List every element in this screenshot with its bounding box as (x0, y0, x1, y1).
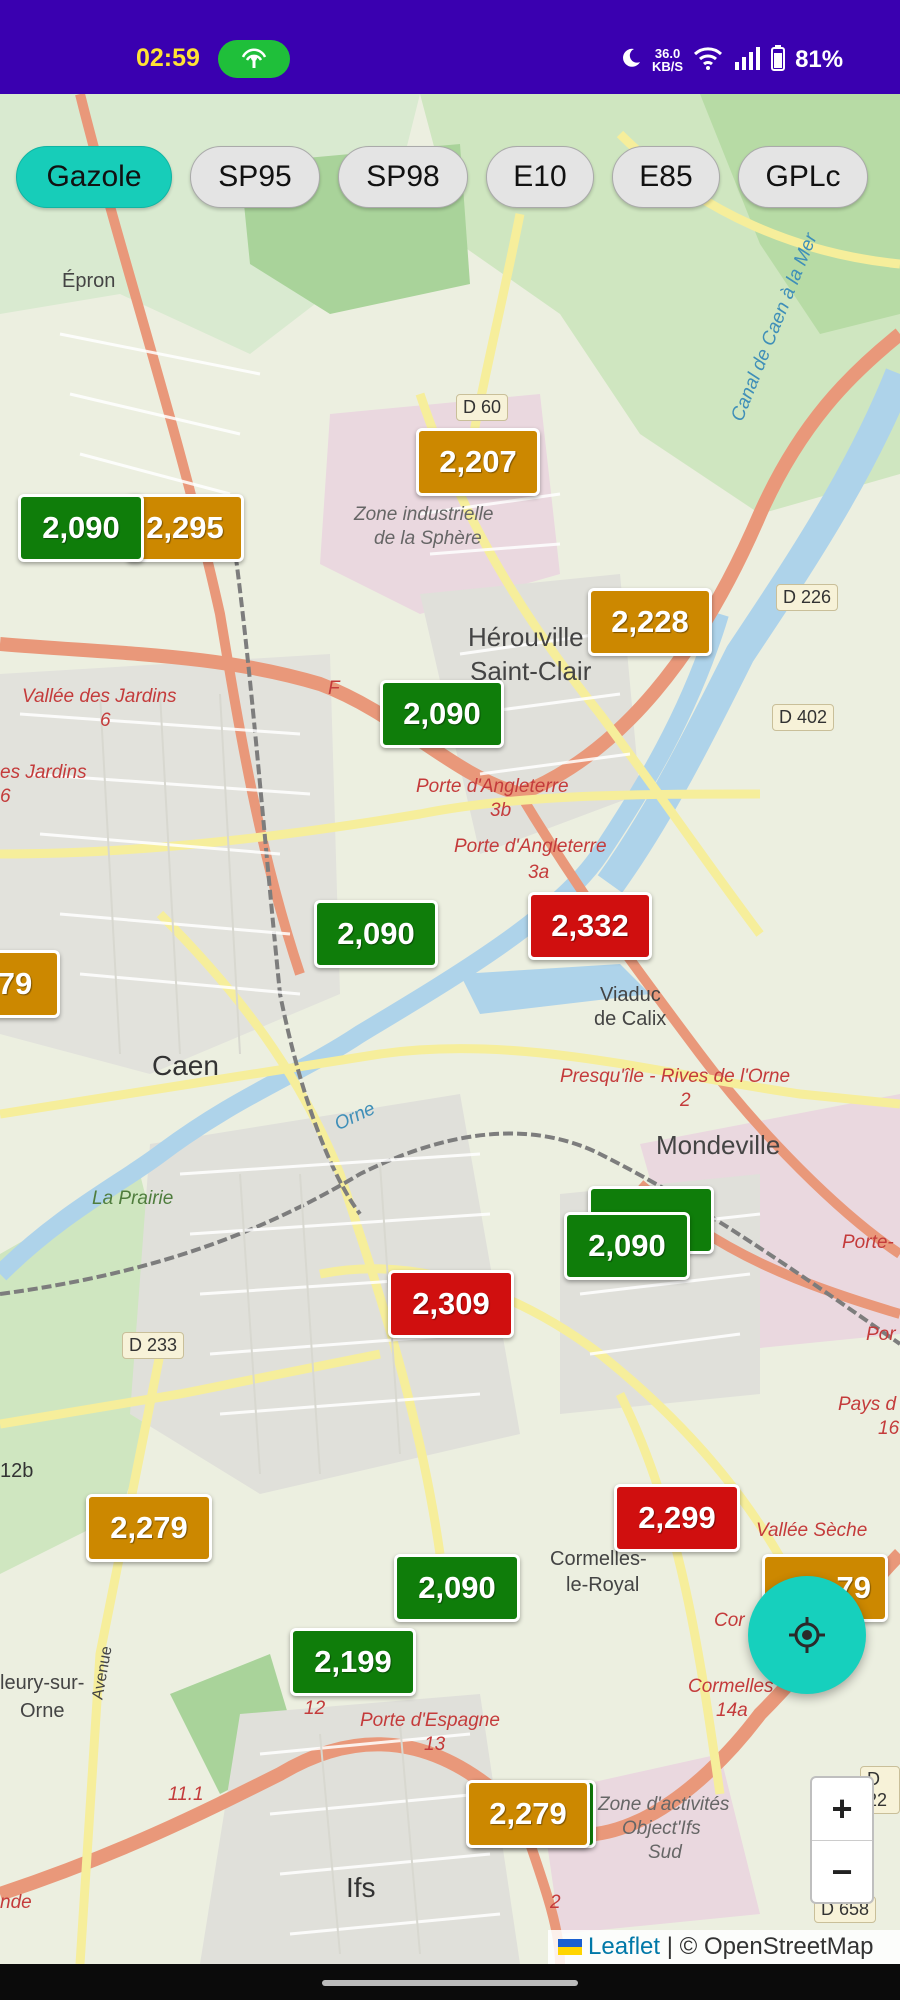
place-label-ifs: Ifs (346, 1872, 376, 1903)
price-marker[interactable]: 2,279 (466, 1780, 590, 1848)
place-label-caen: Caen (152, 1050, 219, 1081)
exit-number-2b: 2 (550, 1892, 561, 1913)
zone-label-sphere-1: Zone industrielle (354, 504, 494, 525)
exit-label-pays-d: Pays d (838, 1394, 897, 1415)
fuel-tab-e85[interactable]: E85 (612, 146, 720, 208)
locate-me-button[interactable] (748, 1576, 866, 1694)
navigation-bar (0, 1964, 900, 2000)
road-badge-d60: D 60 (456, 394, 509, 421)
clock: 02:59 (136, 44, 200, 72)
ukraine-flag-icon (558, 1939, 582, 1955)
place-label-herouville: Hérouville (468, 622, 584, 652)
exit-label-porte-espagne: Porte d'Espagne (360, 1710, 500, 1731)
price-marker[interactable]: 2,279 (86, 1494, 212, 1562)
fuel-tab-e10[interactable]: E10 (486, 146, 594, 208)
fuel-tab-gplc[interactable]: GPLc (738, 146, 868, 208)
exit-number-14a: 14a (716, 1700, 748, 1721)
exit-label-porte-angleterre-3a: Porte d'Angleterre (454, 836, 607, 857)
exit-label-vallee-jardins: Vallée des Jardins (22, 686, 177, 707)
price-marker[interactable]: 2,228 (588, 588, 712, 656)
map-attribution: Leaflet | © OpenStreetMap (548, 1930, 900, 1964)
zone-label-ifs-1: Zone d'activités (598, 1794, 730, 1815)
exit-label-porte-angleterre-3b: Porte d'Angleterre (416, 776, 569, 797)
place-label-le-royal: le-Royal (566, 1574, 640, 1596)
road-badge-d226: D 226 (776, 584, 839, 611)
zoom-control: + − (810, 1776, 874, 1904)
hotspot-icon (218, 40, 290, 78)
exit-label-porte-right: Porte- (842, 1232, 894, 1253)
crosshair-icon (789, 1617, 825, 1653)
exit-number-3a: 3a (528, 862, 550, 883)
zone-label-ifs-3: Sud (648, 1842, 682, 1863)
exit-number-6b: 6 (0, 786, 11, 807)
road-label-12b: 12b (0, 1460, 34, 1482)
signal-icon (733, 46, 761, 75)
network-speed: 36.0 KB/S (652, 46, 684, 74)
fuel-tab-sp95[interactable]: SP95 (190, 146, 320, 208)
place-label-viaduc: Viaduc (600, 984, 661, 1006)
price-marker[interactable]: 2,090 (394, 1554, 520, 1622)
battery-icon (771, 44, 786, 76)
exit-label-cormelles: Cormelles (688, 1676, 774, 1697)
place-label-orne: Orne (20, 1700, 65, 1722)
place-label-fleury: leury-sur- (0, 1672, 85, 1694)
fuel-tab-sp98[interactable]: SP98 (338, 146, 468, 208)
zoom-in-button[interactable]: + (812, 1778, 872, 1840)
road-badge-d233: D 233 (122, 1332, 185, 1359)
osm-attribution: | © OpenStreetMap (660, 1933, 874, 1960)
exit-label-nde: nde (0, 1892, 32, 1913)
exit-number-3b: 3b (490, 800, 512, 821)
exit-number-2: 2 (680, 1090, 691, 1111)
status-bar: 02:59 36.0 KB/S 81% (0, 0, 900, 94)
place-label-calix: de Calix (594, 1008, 667, 1030)
place-label-epron: Épron (62, 270, 116, 292)
price-marker[interactable]: 2,309 (388, 1270, 514, 1338)
price-marker[interactable]: 79 (0, 950, 60, 1018)
map-view[interactable]: D 60 D 226 D 402 D 233 D 658 D 22 Épron … (0, 94, 900, 1964)
battery-percent: 81% (795, 46, 844, 73)
exit-number-6: 6 (100, 710, 111, 731)
place-label-la-prairie: La Prairie (92, 1188, 174, 1209)
leaflet-link[interactable]: Leaflet (588, 1933, 660, 1961)
zone-label-ifs-2: Object'Ifs (622, 1818, 701, 1839)
price-marker[interactable]: 2,332 (528, 892, 652, 960)
exit-label-por-right: Por (866, 1324, 896, 1345)
price-marker[interactable]: 2,090 (564, 1212, 690, 1280)
exit-label-f: F (328, 678, 340, 699)
price-marker[interactable]: 2,299 (614, 1484, 740, 1552)
place-label-mondeville: Mondeville (656, 1130, 781, 1160)
exit-number-11-1: 11.1 (168, 1784, 204, 1805)
road-badge-d402: D 402 (772, 704, 835, 731)
exit-label-es-jardins: es Jardins (0, 762, 87, 783)
price-marker[interactable]: 2,090 (380, 680, 504, 748)
exit-label-presqu-ile: Presqu'île - Rives de l'Orne (560, 1066, 791, 1087)
zoom-out-button[interactable]: − (812, 1840, 872, 1903)
price-marker[interactable]: 2,090 (18, 494, 144, 562)
exit-number-13: 13 (424, 1734, 446, 1755)
exit-number-12: 12 (304, 1698, 326, 1719)
exit-number-16: 16 (878, 1418, 900, 1439)
price-marker[interactable]: 2,090 (314, 900, 438, 968)
fuel-tab-gazole[interactable]: Gazole (16, 146, 172, 208)
zone-label-sphere-2: de la Sphère (374, 528, 482, 549)
wifi-icon (693, 46, 723, 75)
moon-icon (620, 47, 642, 74)
price-marker[interactable]: 2,207 (416, 428, 540, 496)
home-gesture-handle[interactable] (322, 1980, 578, 1986)
exit-label-vallee-seche: Vallée Sèche (756, 1520, 868, 1541)
exit-label-cor-right: Cor (714, 1610, 745, 1631)
price-marker[interactable]: 2,199 (290, 1628, 416, 1696)
